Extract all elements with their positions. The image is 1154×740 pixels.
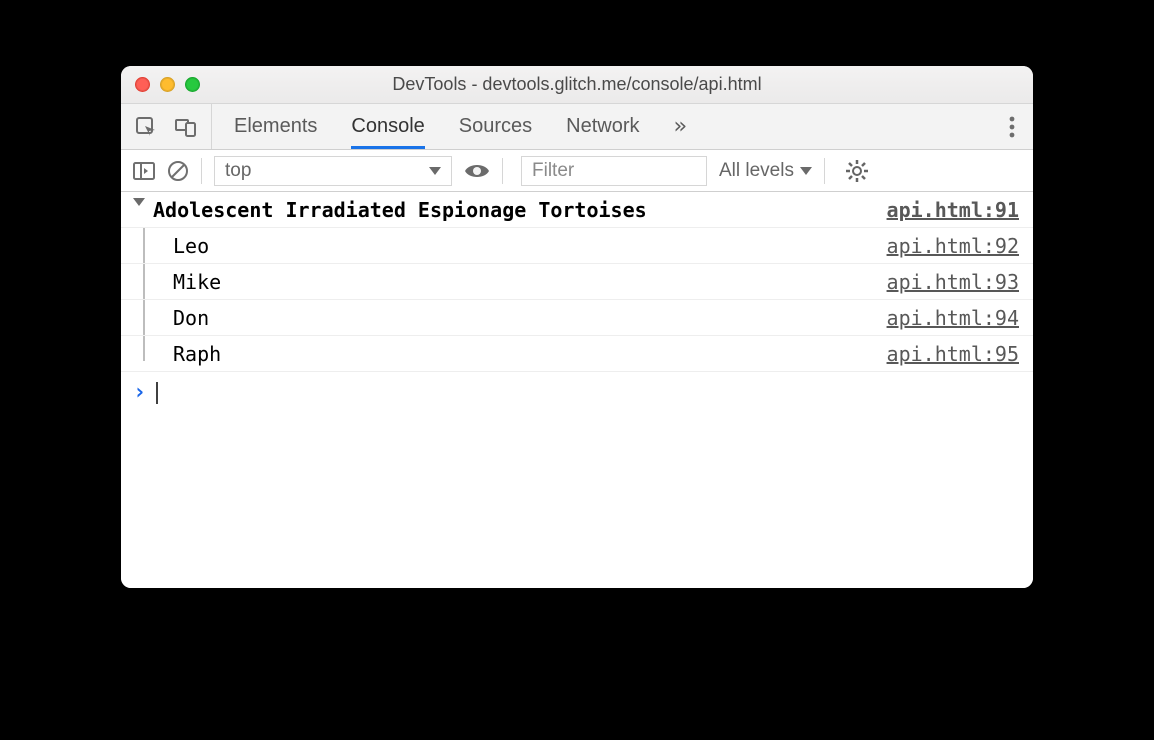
zoom-icon[interactable] bbox=[185, 77, 200, 92]
group-title: Adolescent Irradiated Espionage Tortoise… bbox=[153, 198, 647, 222]
devtools-window: DevTools - devtools.glitch.me/console/ap… bbox=[121, 66, 1033, 588]
console-group-header[interactable]: Adolescent Irradiated Espionage Tortoise… bbox=[121, 192, 1033, 228]
execution-context-label: top bbox=[225, 160, 251, 182]
tab-strip: Elements Console Sources Network » bbox=[121, 104, 1033, 150]
separator bbox=[201, 158, 202, 184]
tab-elements[interactable]: Elements bbox=[234, 104, 317, 149]
triangle-down-icon bbox=[133, 198, 145, 206]
console-log-row: Don api.html:94 bbox=[121, 300, 1033, 336]
console-toolbar: top All levels bbox=[121, 150, 1033, 192]
window-title: DevTools - devtools.glitch.me/console/ap… bbox=[121, 74, 1033, 95]
prompt-chevron-icon: › bbox=[133, 380, 146, 405]
close-icon[interactable] bbox=[135, 77, 150, 92]
tabs-overflow-icon[interactable]: » bbox=[674, 104, 688, 149]
source-link[interactable]: api.html:95 bbox=[887, 342, 1019, 366]
filter-input[interactable] bbox=[521, 156, 707, 186]
log-levels-select[interactable]: All levels bbox=[719, 160, 812, 182]
source-link[interactable]: api.html:91 bbox=[887, 198, 1019, 222]
log-text: Don bbox=[173, 306, 209, 330]
tab-list: Elements Console Sources Network » bbox=[212, 104, 688, 149]
live-expression-eye-icon[interactable] bbox=[464, 162, 490, 180]
clear-console-icon[interactable] bbox=[167, 160, 189, 182]
console-log-row: Raph api.html:95 bbox=[121, 336, 1033, 372]
chevron-down-icon bbox=[429, 167, 441, 175]
console-log-row: Leo api.html:92 bbox=[121, 228, 1033, 264]
console-log-row: Mike api.html:93 bbox=[121, 264, 1033, 300]
log-text: Leo bbox=[173, 234, 209, 258]
separator bbox=[824, 158, 825, 184]
text-cursor bbox=[156, 382, 158, 404]
execution-context-select[interactable]: top bbox=[214, 156, 452, 186]
separator bbox=[502, 158, 503, 184]
console-prompt[interactable]: › bbox=[121, 372, 1033, 411]
log-text: Raph bbox=[173, 342, 221, 366]
titlebar: DevTools - devtools.glitch.me/console/ap… bbox=[121, 66, 1033, 104]
tab-console[interactable]: Console bbox=[351, 104, 424, 149]
tab-sources[interactable]: Sources bbox=[459, 104, 532, 149]
minimize-icon[interactable] bbox=[160, 77, 175, 92]
source-link[interactable]: api.html:92 bbox=[887, 234, 1019, 258]
tab-icon-group bbox=[121, 104, 212, 149]
chevron-down-icon bbox=[800, 167, 812, 175]
gear-icon[interactable] bbox=[845, 159, 869, 183]
console-output: Adolescent Irradiated Espionage Tortoise… bbox=[121, 192, 1033, 588]
device-toolbar-icon[interactable] bbox=[175, 116, 197, 138]
console-sidebar-toggle-icon[interactable] bbox=[133, 162, 155, 180]
log-levels-label: All levels bbox=[719, 160, 794, 182]
tab-network[interactable]: Network bbox=[566, 104, 639, 149]
source-link[interactable]: api.html:93 bbox=[887, 270, 1019, 294]
source-link[interactable]: api.html:94 bbox=[887, 306, 1019, 330]
kebab-menu-icon[interactable] bbox=[991, 115, 1033, 139]
traffic-lights bbox=[121, 77, 200, 92]
log-text: Mike bbox=[173, 270, 221, 294]
inspect-element-icon[interactable] bbox=[135, 116, 157, 138]
